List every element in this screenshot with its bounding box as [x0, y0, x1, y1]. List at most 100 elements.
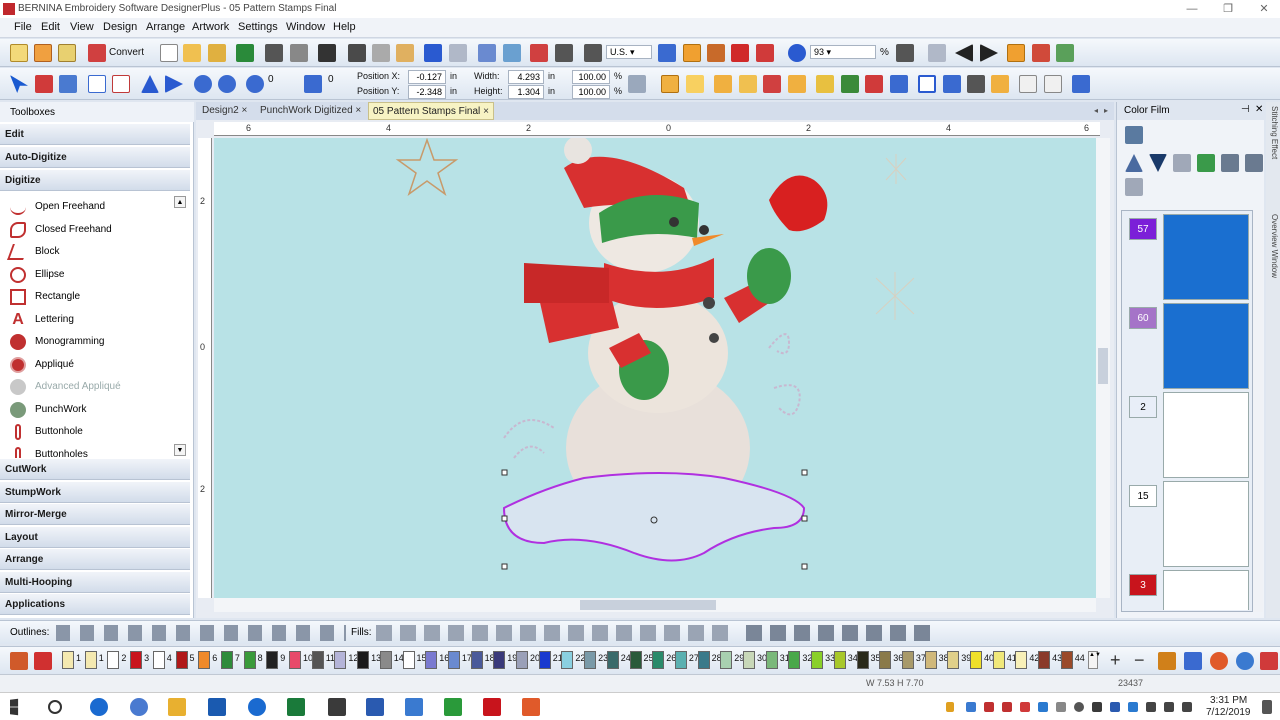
film-row-3[interactable]: 3 — [1123, 570, 1249, 610]
recorder-icon[interactable] — [522, 698, 540, 716]
open-folder-icon[interactable] — [208, 44, 226, 62]
pattern-icon[interactable] — [991, 75, 1009, 93]
previous-icon[interactable] — [955, 44, 973, 62]
tab-scroll-left-icon[interactable]: ◂ — [1094, 106, 1098, 115]
menu-edit[interactable]: Edit — [41, 21, 60, 33]
thread-swatch[interactable] — [901, 651, 914, 669]
toolbox-multi-hooping[interactable]: Multi-Hooping — [0, 572, 190, 593]
thread-swatch[interactable] — [379, 651, 392, 669]
tools-icon[interactable] — [584, 44, 602, 62]
tray-bernina-icon[interactable] — [1002, 702, 1012, 712]
object-properties-icon[interactable] — [530, 44, 548, 62]
tray-skype-icon[interactable] — [1038, 702, 1048, 712]
new-file-icon[interactable] — [160, 44, 178, 62]
thread-swatch[interactable] — [84, 651, 97, 669]
show-connectors-icon[interactable] — [756, 44, 774, 62]
film-row-2[interactable]: 2 — [1123, 392, 1249, 480]
frame-icon[interactable] — [918, 75, 936, 93]
film-row-57[interactable]: 57 — [1123, 214, 1249, 302]
stitch-effect-icons[interactable] — [746, 625, 936, 641]
tool-buttonholes[interactable]: Buttonholes — [6, 444, 176, 458]
toolbox-digitize[interactable]: Digitize — [0, 170, 190, 191]
film-row-60[interactable]: 60 — [1123, 303, 1249, 391]
units-select[interactable]: U.S. ▾ — [606, 45, 652, 59]
width-field[interactable]: 4.293 — [508, 70, 544, 84]
template-2-icon[interactable] — [1044, 75, 1062, 93]
reshape-icon[interactable] — [1032, 44, 1050, 62]
rotate-angle-icon[interactable] — [246, 75, 264, 93]
clock-time[interactable]: 3:31 PM — [1210, 695, 1247, 706]
thread-swatch[interactable] — [243, 651, 256, 669]
bernina-icon[interactable] — [483, 698, 501, 716]
thread-swatch[interactable] — [516, 651, 528, 669]
thread-swatch[interactable] — [538, 651, 551, 669]
vertical-scrollbar[interactable] — [1096, 138, 1110, 598]
thread-swatch[interactable] — [765, 651, 778, 669]
select-object-icon[interactable] — [35, 75, 53, 93]
lock-proportions-icon[interactable] — [628, 75, 646, 93]
mirror-angle-value[interactable]: 0 — [328, 74, 334, 85]
star-effect-icon[interactable] — [816, 75, 834, 93]
menu-arrange[interactable]: Arrange — [146, 21, 185, 33]
color-wheel-2-icon[interactable] — [1210, 652, 1228, 670]
copy-icon[interactable] — [372, 44, 390, 62]
skew-icon[interactable] — [112, 75, 130, 93]
thread-swatch[interactable] — [334, 651, 347, 669]
outlook-icon[interactable] — [208, 698, 226, 716]
thread-swatch[interactable] — [402, 651, 415, 669]
show-stitches-icon[interactable] — [707, 44, 725, 62]
thread-swatch[interactable] — [992, 651, 1005, 669]
paste-icon[interactable] — [396, 44, 414, 62]
show-functions-icon[interactable] — [731, 44, 749, 62]
position-y-field[interactable]: -2.348 — [408, 85, 446, 99]
tab-design2[interactable]: Design2 × — [198, 102, 251, 120]
move-to-bottom-icon[interactable] — [1245, 154, 1263, 172]
thread-swatch[interactable] — [493, 651, 506, 669]
remove-thread-icon[interactable]: − — [1134, 651, 1152, 670]
tray-adobe-icon[interactable] — [984, 702, 994, 712]
print-icon[interactable] — [265, 44, 283, 62]
thread-swatch[interactable] — [811, 651, 824, 669]
move-forward-icon[interactable] — [1197, 154, 1215, 172]
outline-stitch-icons[interactable] — [56, 625, 346, 641]
thread-swatch[interactable] — [629, 651, 642, 669]
thread-swatch[interactable] — [788, 651, 801, 669]
menu-file[interactable]: File — [14, 21, 32, 33]
position-x-field[interactable]: -0.127 — [408, 70, 446, 84]
next-icon[interactable] — [980, 44, 998, 62]
artwork-mode-icon[interactable] — [34, 44, 52, 62]
thread-chart-icon[interactable] — [1158, 652, 1176, 670]
star-outline[interactable] — [395, 138, 459, 196]
thread-swatch[interactable] — [606, 651, 619, 669]
ie-browser-icon[interactable] — [248, 698, 266, 716]
pin-icon[interactable]: ⊣ — [1241, 104, 1250, 115]
stitch-effect-2-icon[interactable] — [686, 75, 704, 93]
left-eye[interactable] — [669, 217, 679, 227]
horizontal-scrollbar[interactable] — [214, 598, 1096, 612]
tab-close-icon[interactable]: × — [355, 105, 361, 116]
thread-swatch[interactable] — [62, 651, 74, 669]
thread-swatch[interactable] — [447, 651, 460, 669]
right-mitten[interactable] — [747, 248, 791, 304]
vertical-scroll-thumb[interactable] — [1098, 348, 1108, 384]
show-hoop-icon[interactable] — [658, 44, 676, 62]
stitch-effect-6-icon[interactable] — [788, 75, 806, 93]
redo-icon[interactable] — [449, 44, 467, 62]
horizontal-scroll-thumb[interactable] — [580, 600, 716, 610]
search-icon[interactable] — [48, 700, 62, 714]
skype-icon[interactable] — [405, 698, 423, 716]
cut-icon[interactable] — [348, 44, 366, 62]
layout-icon[interactable] — [943, 75, 961, 93]
snowflake-1[interactable] — [885, 154, 907, 184]
thread-swatch[interactable] — [879, 651, 892, 669]
rotate-angle-value[interactable]: 0 — [268, 74, 274, 85]
thread-swatch[interactable] — [947, 651, 960, 669]
mirror-angle-icon[interactable] — [304, 75, 322, 93]
undo-icon[interactable] — [424, 44, 442, 62]
convert-button[interactable]: Convert — [109, 47, 144, 58]
cardinal-bird[interactable] — [769, 175, 828, 232]
thread-swatch[interactable] — [152, 651, 165, 669]
thread-swatch[interactable] — [924, 651, 937, 669]
design-canvas[interactable] — [214, 138, 1096, 598]
save-icon[interactable] — [236, 44, 254, 62]
